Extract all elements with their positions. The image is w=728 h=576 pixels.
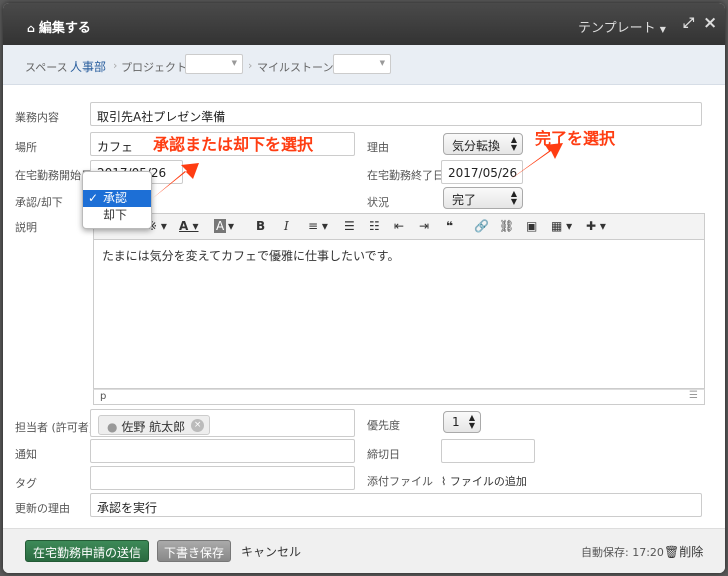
edit-dialog: ⌂編集する テンプレート ▼ ⤢ × スペース 人事部 › プロジェクト › マ…	[3, 3, 725, 573]
arrow-right	[508, 143, 563, 181]
annotation-arrows	[153, 143, 563, 198]
arrow-left	[153, 163, 199, 198]
